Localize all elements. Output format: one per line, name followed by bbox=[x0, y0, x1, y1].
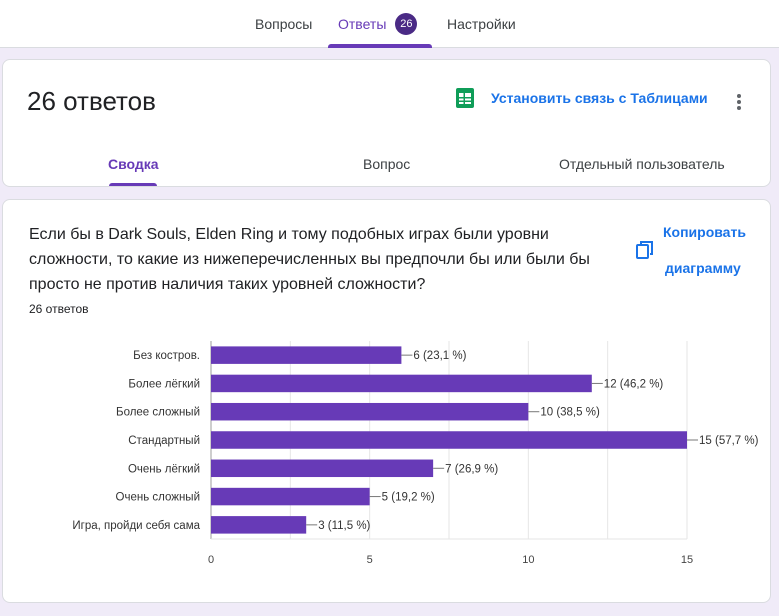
data-label: 5 (19,2 %) bbox=[382, 492, 435, 504]
bar bbox=[211, 431, 687, 449]
bar bbox=[211, 402, 529, 421]
subtab-question[interactable]: Вопрос bbox=[363, 156, 410, 172]
bar bbox=[211, 487, 370, 506]
data-label: 6 (23,1 %) bbox=[413, 350, 466, 362]
bar bbox=[211, 346, 402, 364]
tab-responses-label: Ответы bbox=[338, 16, 387, 32]
bar bbox=[211, 459, 434, 478]
active-tab-indicator bbox=[328, 44, 432, 48]
category-label: Игра, пройди себя сама bbox=[72, 520, 200, 532]
subtab-summary[interactable]: Сводка bbox=[108, 156, 159, 172]
tab-questions[interactable]: Вопросы bbox=[255, 0, 312, 48]
bar bbox=[211, 516, 307, 534]
subtab-individual[interactable]: Отдельный пользователь bbox=[559, 156, 725, 172]
more-options-icon[interactable] bbox=[731, 90, 747, 114]
bar bbox=[211, 374, 592, 393]
question-card: Если бы в Dark Souls, Elden Ring и тому … bbox=[2, 199, 771, 603]
responses-title: 26 ответов bbox=[27, 86, 156, 116]
data-label: 3 (11,5 %) bbox=[318, 520, 370, 532]
tab-settings-label: Настройки bbox=[447, 16, 516, 32]
data-label: 12 (46,2 %) bbox=[604, 378, 664, 390]
summary-card: 26 ответов Установить связь с Таблицами … bbox=[2, 59, 771, 187]
link-to-sheets-button[interactable]: Установить связь с Таблицами bbox=[455, 88, 708, 108]
category-label: Более лёгкий bbox=[128, 378, 200, 390]
x-tick-label: 0 bbox=[208, 554, 214, 566]
category-label: Без костров. bbox=[133, 350, 200, 362]
tab-settings[interactable]: Настройки bbox=[447, 0, 516, 48]
tab-questions-label: Вопросы bbox=[255, 16, 313, 32]
x-tick-label: 10 bbox=[522, 554, 534, 566]
top-navigation: Вопросы Ответы 26 Настройки bbox=[0, 0, 779, 48]
data-label: 10 (38,5 %) bbox=[540, 407, 600, 419]
x-tick-label: 5 bbox=[367, 554, 373, 566]
category-label: Очень сложный bbox=[116, 492, 200, 504]
category-label: Стандартный bbox=[128, 435, 200, 447]
sheets-icon bbox=[455, 88, 475, 108]
bar-chart: 0 5 10 15 Без костров. 6 (23,1 %) Более лёгкий… bbox=[72, 341, 759, 566]
x-tick-label: 15 bbox=[681, 554, 693, 566]
responses-count-badge: 26 bbox=[395, 13, 418, 35]
active-subtab-indicator bbox=[109, 183, 157, 186]
data-label: 7 (26,9 %) bbox=[445, 463, 498, 475]
category-label: Очень лёгкий bbox=[128, 463, 200, 475]
data-label: 15 (57,7 %) bbox=[699, 435, 759, 447]
link-to-sheets-label: Установить связь с Таблицами bbox=[491, 90, 708, 106]
category-label: Более сложный bbox=[116, 407, 200, 419]
tab-responses[interactable]: Ответы 26 bbox=[338, 0, 418, 48]
